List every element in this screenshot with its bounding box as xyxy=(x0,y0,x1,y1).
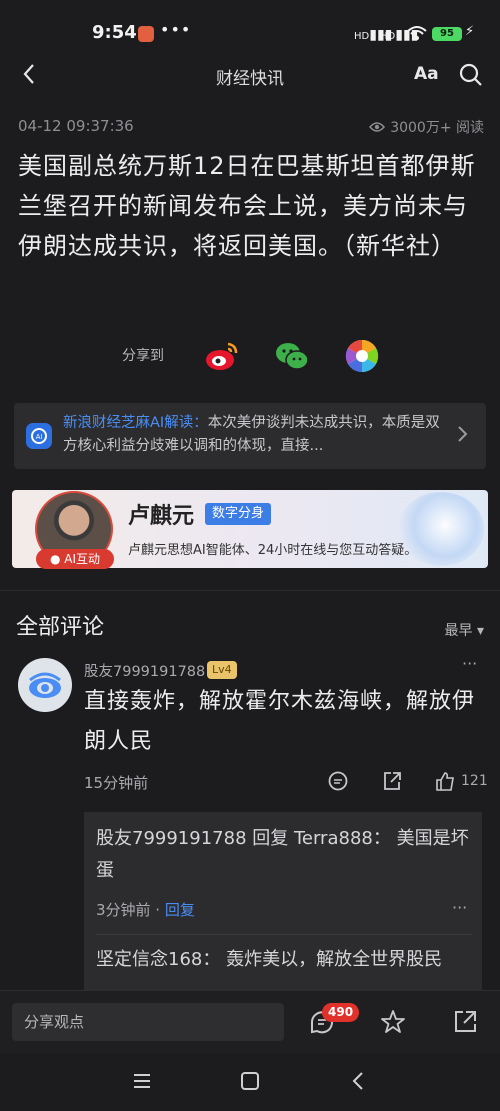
avatar[interactable] xyxy=(18,658,72,712)
comments-title: 全部评论 xyxy=(16,615,105,640)
wifi-icon xyxy=(407,25,427,45)
battery-icon: 95 xyxy=(432,27,462,41)
wechat-icon[interactable] xyxy=(274,338,310,374)
ai-interact-badge[interactable]: ● AI互动 xyxy=(36,549,114,569)
font-size-button[interactable]: Aa xyxy=(414,64,439,84)
comment-username[interactable]: 股友7999191788 xyxy=(84,660,205,681)
comment-time: 15分钟前 xyxy=(84,774,149,792)
reply-meta: 3分钟前 · 回复 xyxy=(96,899,195,920)
share-icon[interactable] xyxy=(381,770,403,792)
weibo-eye-icon xyxy=(29,672,61,698)
sort-dropdown[interactable]: 最早 ▾ xyxy=(445,620,484,640)
reply-text: 股友7999191788 回复 Terra888： 美国是坏蛋 xyxy=(96,828,469,881)
banner-tag: 数字分身 xyxy=(205,503,272,525)
level-badge: Lv4 xyxy=(207,661,237,679)
eye-icon xyxy=(369,122,386,132)
comment-text: 直接轰炸，解放霍尔木兹海峡，解放伊朗人民 xyxy=(84,689,476,754)
article-datetime: 04-12 09:37:36 xyxy=(18,117,134,135)
ai-summary-source: 新浪财经芝麻AI解读： xyxy=(63,415,208,431)
article-body: 美国副总统万斯12日在巴基斯坦首都伊斯兰堡召开的新闻发布会上说，美方尚未与伊朗达… xyxy=(18,152,476,260)
svg-text:AI: AI xyxy=(36,434,43,441)
divider xyxy=(0,590,500,591)
search-icon xyxy=(459,63,482,86)
reply-button[interactable]: 回复 xyxy=(165,901,195,919)
reply-time: 3分钟前 · xyxy=(96,901,165,919)
comment-input[interactable]: 分享观点 xyxy=(12,1003,284,1041)
share-icon[interactable] xyxy=(451,1008,479,1036)
search-button[interactable] xyxy=(458,62,484,88)
back-icon[interactable] xyxy=(348,1070,370,1092)
more-icon[interactable]: ··· xyxy=(452,898,467,917)
share-label: 分享到 xyxy=(122,348,164,364)
reply-text: 坚定信念168： 轰炸美以，解放全世界股民 xyxy=(96,949,443,970)
app-notification-icon xyxy=(138,26,154,42)
banner-description: 卢麒元思想AI智能体、24小时在线与您互动答疑。 xyxy=(128,543,418,558)
divider xyxy=(96,934,472,935)
home-icon[interactable] xyxy=(239,1070,261,1092)
banner-name: 卢麒元 xyxy=(128,504,195,529)
like-count: 121 xyxy=(461,773,488,789)
ai-logo-icon: AI xyxy=(26,423,52,449)
more-icon[interactable]: ··· xyxy=(462,654,477,673)
reply-comment-icon[interactable] xyxy=(327,770,349,792)
status-time: 9:54 xyxy=(92,22,137,43)
ai-summary-text: 新浪财经芝麻AI解读：本次美伊谈判未达成共识，本质是双方核心利益分歧难以调和的体… xyxy=(63,412,448,458)
chevron-right-icon xyxy=(456,424,468,449)
status-more-dots: ••• xyxy=(160,20,192,39)
comment-count-badge: 490 xyxy=(322,1003,360,1022)
star-icon[interactable] xyxy=(379,1008,407,1036)
menu-icon[interactable] xyxy=(131,1070,153,1092)
moments-icon[interactable] xyxy=(344,338,380,374)
weibo-icon[interactable] xyxy=(204,338,240,374)
like-icon[interactable] xyxy=(434,770,456,792)
view-count: 3000万+ 阅读 xyxy=(369,117,484,137)
charging-icon: ⚡ xyxy=(465,24,475,39)
view-count-text: 3000万+ 阅读 xyxy=(390,120,484,136)
